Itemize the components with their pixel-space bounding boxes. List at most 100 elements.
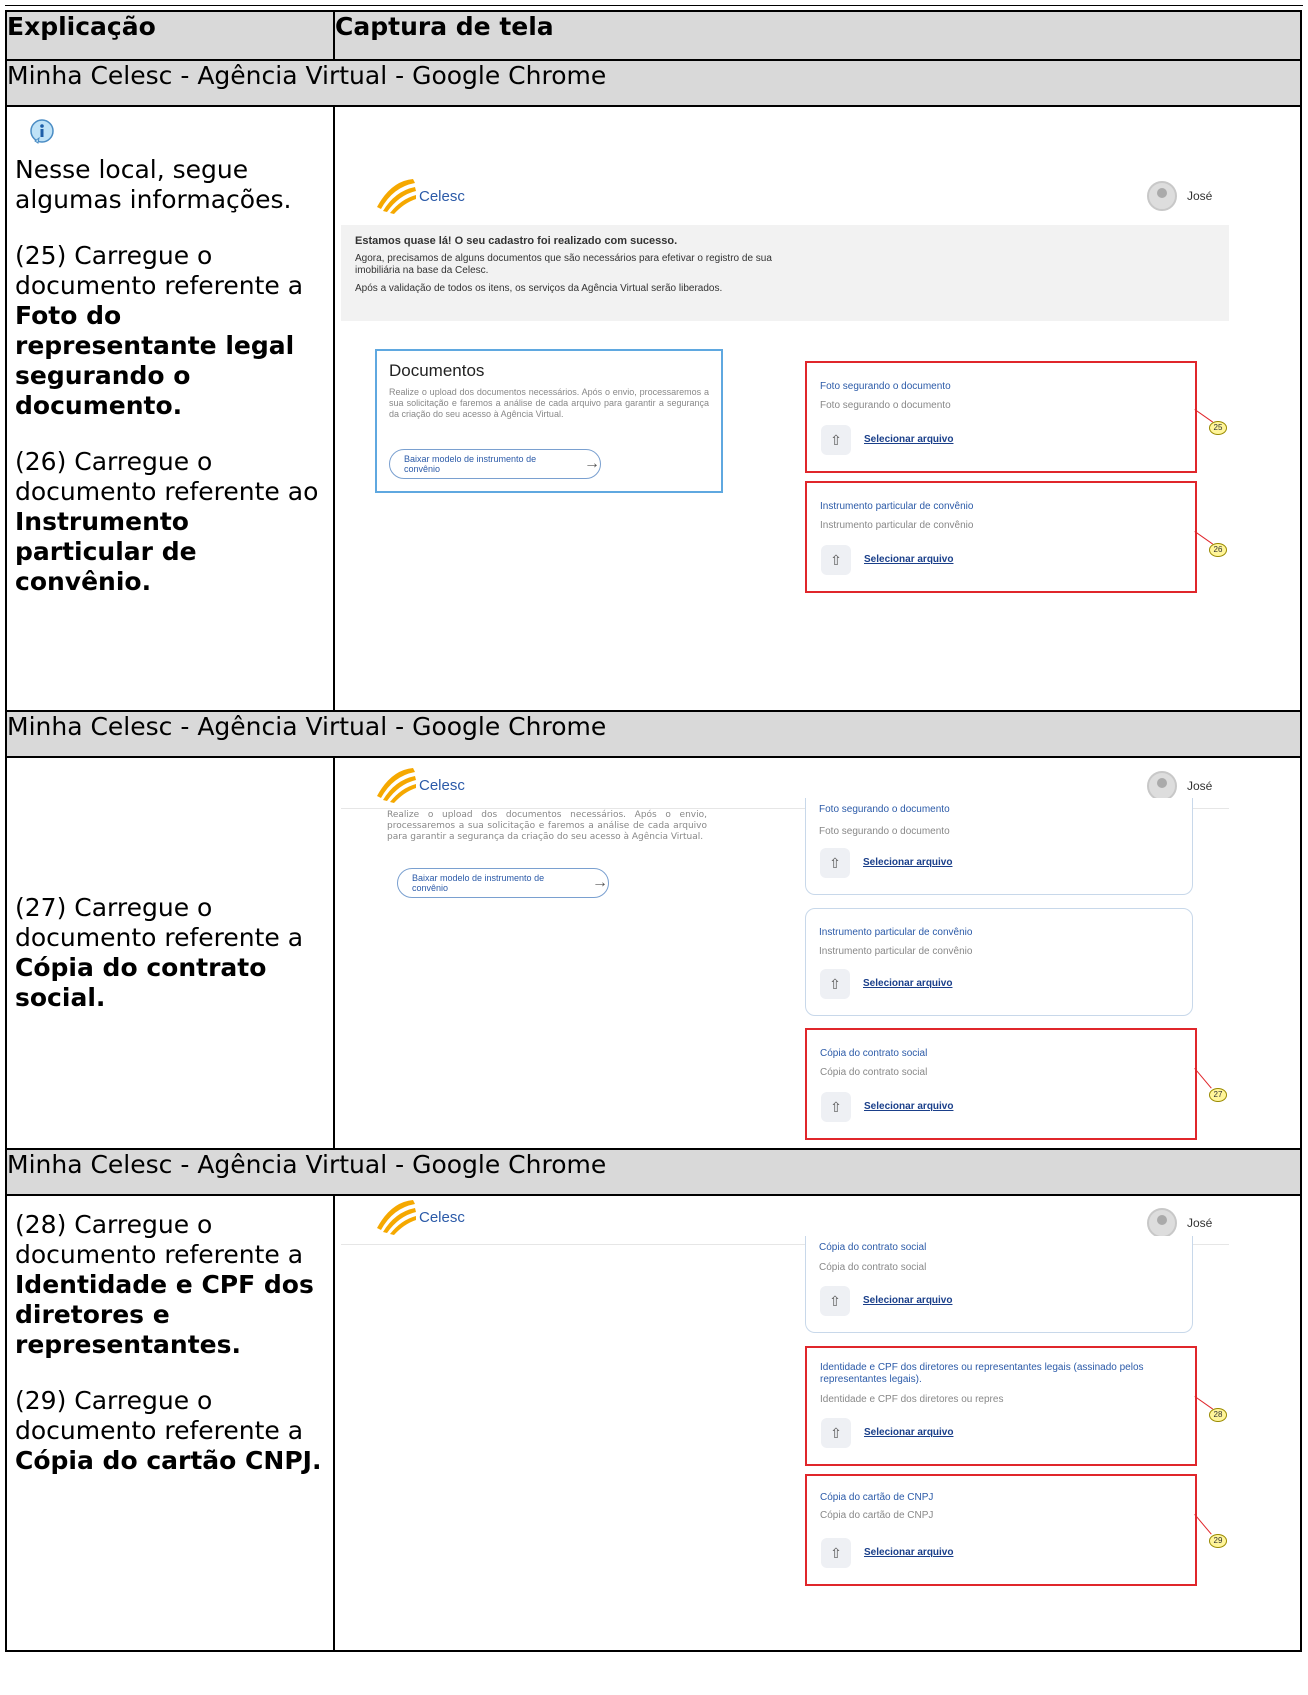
card-title: Identidade e CPF dos diretores ou repres…	[820, 1362, 1144, 1385]
intro-text: Nesse local, segue algumas informações.	[15, 155, 292, 214]
card-title: Cópia do contrato social	[819, 1242, 927, 1253]
explanation-cell: (28) Carregue o documento referente a Ide…	[5, 1194, 335, 1652]
upload-card-agreement: Instrumento particular de convênio Instr…	[805, 481, 1197, 593]
card-subtitle: Cópia do cartão de CNPJ	[820, 1510, 934, 1521]
window-title: Minha Celesc - Agência Virtual - Google …	[5, 710, 1302, 758]
upload-icon[interactable]: ⇧	[821, 1092, 851, 1122]
celesc-logo-icon	[377, 1200, 416, 1235]
upload-icon[interactable]: ⇧	[820, 848, 850, 878]
upload-card-social-contract: Cópia do contrato social Cópia do contra…	[805, 1028, 1197, 1140]
explanation-cell: (27) Carregue o documento referente a Có…	[5, 756, 335, 1150]
window-title: Minha Celesc - Agência Virtual - Google …	[5, 1148, 1302, 1196]
callout-line	[1194, 531, 1214, 545]
documents-card: Documentos Realize o upload dos document…	[375, 349, 723, 493]
card-title: Foto segurando o documento	[820, 381, 951, 392]
avatar	[1147, 771, 1177, 801]
arrow-right-icon: →	[592, 874, 608, 891]
header-captura: Captura de tela	[333, 10, 1302, 61]
upload-icon[interactable]: ⇧	[820, 1286, 850, 1316]
user-name: José	[1187, 189, 1213, 203]
brand-name: Celesc	[419, 776, 465, 794]
upload-icon[interactable]: ⇧	[821, 1418, 851, 1448]
card-subtitle: Cópia do contrato social	[819, 1262, 927, 1273]
step-row-27: (27) Carregue o documento referente a Có…	[5, 756, 1302, 1150]
step-27-bold: Cópia do contrato social.	[15, 953, 267, 1012]
upload-card-social-contract: Cópia do contrato social Cópia do contra…	[805, 1236, 1193, 1333]
step-28-prefix: (28) Carregue o documento referente a	[15, 1210, 304, 1269]
upload-icon[interactable]: ⇧	[821, 425, 851, 455]
card-title: Instrumento particular de convênio	[820, 501, 974, 512]
avatar	[1147, 1208, 1177, 1238]
upload-card-identity: Identidade e CPF dos diretores ou repres…	[805, 1346, 1197, 1466]
callout-line	[1194, 409, 1214, 423]
card-title: Foto segurando o documento	[819, 804, 950, 815]
celesc-logo-icon	[377, 179, 416, 214]
avatar	[1147, 181, 1177, 211]
step-29-bold: Cópia do cartão CNPJ.	[15, 1446, 322, 1475]
callout-badge: 28	[1209, 1408, 1227, 1422]
step-29-prefix: (29) Carregue o documento referente a	[15, 1386, 304, 1445]
window-title-row: Minha Celesc - Agência Virtual - Google …	[5, 710, 1302, 758]
card-subtitle: Identidade e CPF dos diretores ou repres	[820, 1394, 1004, 1405]
celesc-logo-icon	[377, 768, 416, 803]
step-25-prefix: (25) Carregue o documento referente a	[15, 241, 304, 300]
documents-text: Realize o upload dos documentos necessár…	[389, 387, 709, 419]
step-25: (25) Carregue o documento referente a Fo…	[15, 241, 327, 421]
screenshot-cell-1: Celesc José Estamos quase lá! O seu cada…	[333, 105, 1302, 712]
celesc-logo[interactable]: Celesc	[373, 766, 465, 804]
upload-icon[interactable]: ⇧	[820, 969, 850, 999]
step-row-28-29: (28) Carregue o documento referente a Ide…	[5, 1194, 1302, 1652]
step-27-prefix: (27) Carregue o documento referente a	[15, 893, 304, 952]
brand-name: Celesc	[419, 187, 465, 205]
download-template-label: Baixar modelo de instrumento de convênio	[412, 873, 545, 893]
upload-card-agreement: Instrumento particular de convênio Instr…	[805, 908, 1193, 1016]
step-26-bold: Instrumento particular de convênio.	[15, 507, 197, 596]
select-file-link[interactable]: Selecionar arquivo	[864, 1427, 953, 1438]
card-subtitle: Instrumento particular de convênio	[820, 520, 974, 531]
celesc-logo[interactable]: Celesc	[373, 1198, 465, 1236]
upload-card-cnpj: Cópia do cartão de CNPJ Cópia do cartão …	[805, 1474, 1197, 1586]
upload-card-photo: Foto segurando o documento Foto segurand…	[805, 361, 1197, 473]
select-file-link[interactable]: Selecionar arquivo	[864, 1547, 953, 1558]
card-subtitle: Cópia do contrato social	[820, 1067, 928, 1078]
top-rule	[5, 5, 1303, 6]
select-file-link[interactable]: Selecionar arquivo	[863, 978, 952, 989]
user-menu[interactable]: José	[1147, 771, 1212, 801]
card-title: Cópia do contrato social	[820, 1048, 928, 1059]
card-subtitle: Foto segurando o documento	[820, 400, 951, 411]
download-template-label: Baixar modelo de instrumento de convênio	[404, 454, 537, 474]
card-title: Instrumento particular de convênio	[819, 927, 973, 938]
download-template-button[interactable]: Baixar modelo de instrumento de convênio…	[389, 449, 601, 479]
card-subtitle: Foto segurando o documento	[819, 826, 950, 837]
step-27: (27) Carregue o documento referente a Có…	[15, 893, 327, 1013]
select-file-link[interactable]: Selecionar arquivo	[864, 434, 953, 445]
select-file-link[interactable]: Selecionar arquivo	[864, 554, 953, 565]
upload-card-photo: Foto segurando o documento Foto segurand…	[805, 798, 1193, 895]
window-title: Minha Celesc - Agência Virtual - Google …	[5, 59, 1302, 107]
select-file-link[interactable]: Selecionar arquivo	[864, 1101, 953, 1112]
celesc-logo[interactable]: Celesc	[373, 177, 465, 215]
upload-icon[interactable]: ⇧	[821, 1538, 851, 1568]
step-28-bold: Identidade e CPF dos diretores e represe…	[15, 1270, 314, 1359]
user-menu[interactable]: José	[1147, 181, 1212, 211]
user-menu[interactable]: José	[1147, 1208, 1212, 1238]
window-title-row: Minha Celesc - Agência Virtual - Google …	[5, 59, 1302, 107]
upload-icon[interactable]: ⇧	[821, 545, 851, 575]
screenshot-cell-3: Celesc José Cópia do contrato social Cóp…	[333, 1194, 1302, 1652]
window-title-row: Minha Celesc - Agência Virtual - Google …	[5, 1148, 1302, 1196]
user-name: José	[1187, 779, 1213, 793]
arrow-right-icon: →	[584, 455, 600, 472]
select-file-link[interactable]: Selecionar arquivo	[863, 857, 952, 868]
documents-title: Documentos	[389, 361, 485, 380]
user-name: José	[1187, 1216, 1213, 1230]
step-26: (26) Carregue o documento referente ao I…	[15, 447, 327, 597]
step-28: (28) Carregue o documento referente a Ide…	[15, 1210, 327, 1360]
select-file-link[interactable]: Selecionar arquivo	[863, 1295, 952, 1306]
download-template-button[interactable]: Baixar modelo de instrumento de convênio…	[397, 868, 609, 898]
screenshot-cell-2: Celesc José Realize o upload dos documen…	[333, 756, 1302, 1150]
banner-line-2: Após a validação de todos os itens, os s…	[355, 283, 723, 294]
success-banner: Estamos quase lá! O seu cadastro foi rea…	[341, 225, 1229, 321]
banner-line-1: Agora, precisamos de alguns documentos q…	[355, 253, 772, 276]
card-title: Cópia do cartão de CNPJ	[820, 1492, 934, 1503]
callout-badge: 25	[1209, 421, 1227, 435]
